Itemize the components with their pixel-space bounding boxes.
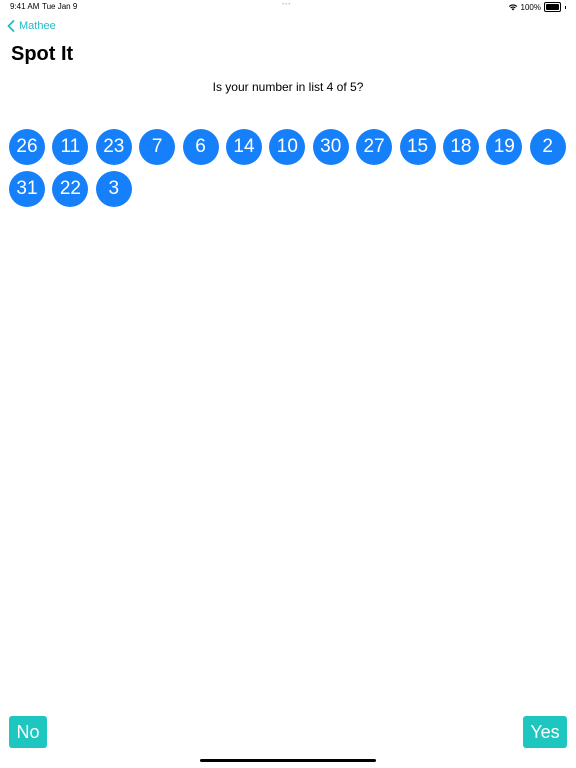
wifi-icon (508, 4, 517, 11)
no-button[interactable]: No (9, 716, 47, 748)
question-text: Is your number in list 4 of 5? (212, 80, 364, 94)
number-bubble: 30 (312, 129, 349, 165)
number-bubble: 15 (399, 129, 436, 165)
battery-icon (544, 2, 561, 12)
number-bubble: 2 (529, 129, 566, 165)
battery-nub (565, 5, 566, 9)
number-bubble: 3 (95, 171, 132, 207)
number-bubble: 11 (52, 129, 89, 165)
status-bar: 9:41 AM Tue Jan 9 ••• 100% (0, 0, 576, 14)
status-time: 9:41 AM (10, 2, 40, 11)
number-bubble: 14 (225, 129, 262, 165)
number-bubble: 31 (9, 171, 45, 207)
back-label: Mathee (19, 20, 56, 32)
back-button[interactable]: Mathee (7, 20, 56, 32)
home-indicator[interactable] (200, 759, 376, 762)
page-title: Spot It (11, 43, 74, 65)
status-date: Tue Jan 9 (42, 2, 78, 11)
multitasking-dots-icon[interactable]: ••• (282, 2, 291, 8)
yes-button[interactable]: Yes (523, 716, 567, 748)
number-bubble: 18 (442, 129, 479, 165)
number-bubble: 7 (139, 129, 176, 165)
chevron-left-icon (7, 20, 15, 32)
battery-percent: 100% (520, 2, 541, 12)
number-list: 26 11 23 7 6 14 10 30 27 15 18 19 2 31 22 3 (9, 129, 575, 207)
number-bubble: 23 (95, 129, 132, 165)
number-bubble: 19 (486, 129, 523, 165)
battery-fill (546, 4, 559, 10)
number-bubble: 26 (9, 129, 45, 165)
number-bubble: 6 (182, 129, 219, 165)
number-bubble: 27 (356, 129, 393, 165)
number-bubble: 10 (269, 129, 306, 165)
status-right: 100% (508, 2, 566, 12)
screen: 9:41 AM Tue Jan 9 ••• 100% Mathee Spot I… (0, 0, 576, 768)
number-bubble: 22 (52, 171, 89, 207)
